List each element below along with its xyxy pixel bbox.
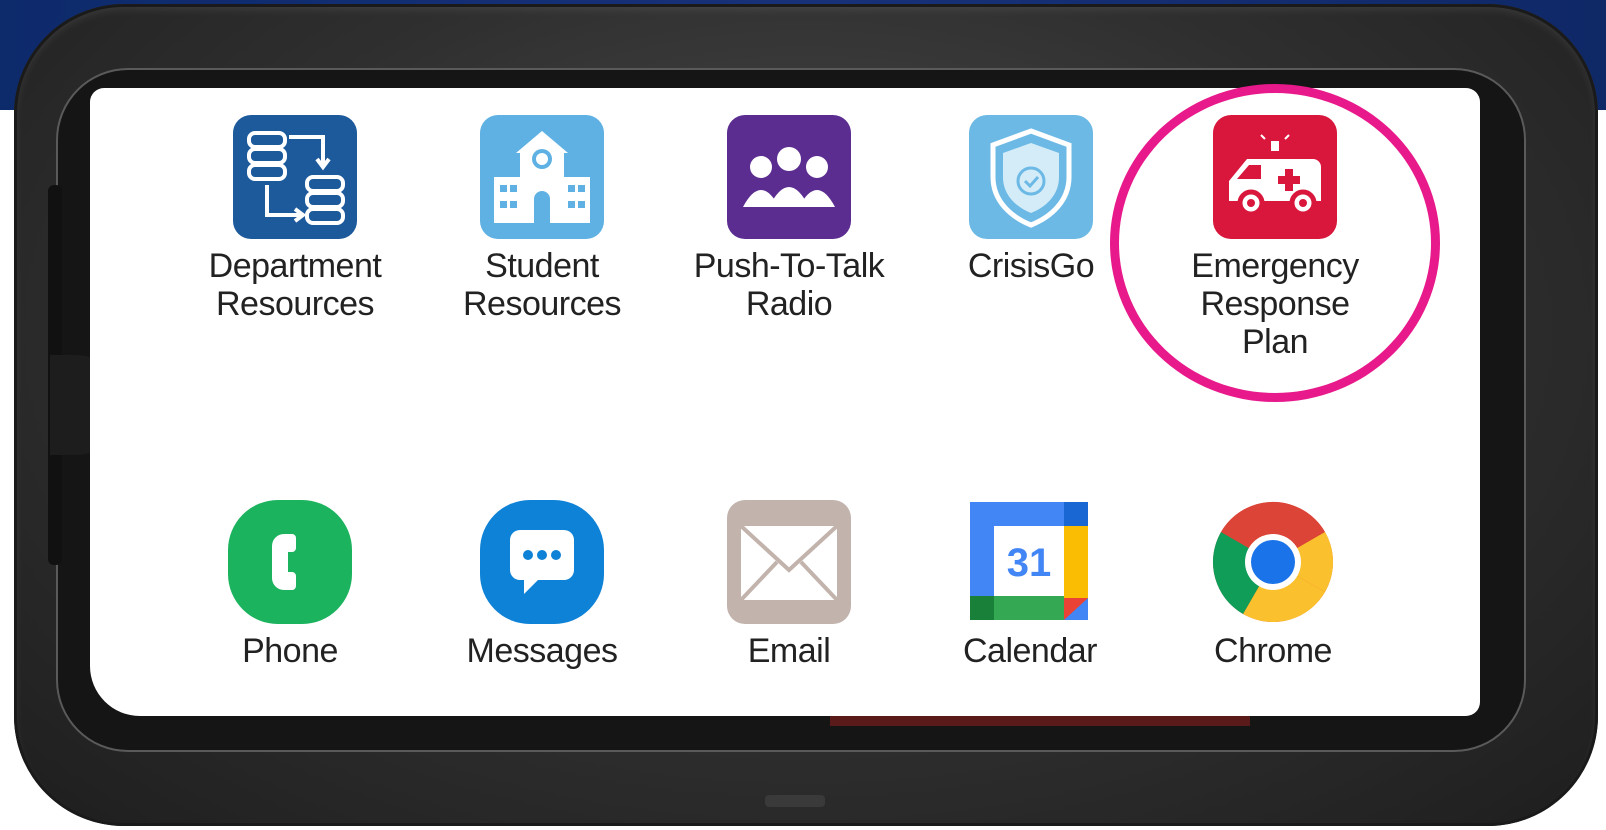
- app-label: Phone: [242, 632, 338, 670]
- app-chrome[interactable]: Chrome: [1163, 500, 1383, 670]
- app-email[interactable]: Email: [679, 500, 899, 670]
- chat-bubble-icon: [480, 500, 604, 624]
- app-push-to-talk-radio[interactable]: Push-To-Talk Radio: [679, 115, 899, 323]
- school-building-icon: [480, 115, 604, 239]
- shield-check-icon: [969, 115, 1093, 239]
- app-label: Email: [747, 632, 831, 670]
- phone-icon: [228, 500, 352, 624]
- app-label: Push-To-Talk Radio: [693, 247, 885, 323]
- app-student-resources[interactable]: Student Resources: [432, 115, 652, 323]
- app-label: Calendar: [963, 632, 1097, 670]
- app-phone[interactable]: Phone: [180, 500, 400, 670]
- chrome-icon: [1211, 500, 1335, 624]
- calendar-day: 31: [1007, 541, 1052, 585]
- app-label: Emergency Response Plan: [1191, 247, 1359, 361]
- app-label: Department Resources: [208, 247, 382, 323]
- case-bottom-mark: [765, 795, 825, 807]
- app-label: Chrome: [1214, 632, 1332, 670]
- app-crisisgo[interactable]: CrisisGo: [921, 115, 1141, 285]
- group-people-icon: [727, 115, 851, 239]
- database-sync-icon: [233, 115, 357, 239]
- envelope-icon: [727, 500, 851, 624]
- app-calendar[interactable]: 31 Calendar: [920, 500, 1140, 670]
- screen-edge-strip: [830, 716, 1250, 726]
- app-label: Student Resources: [462, 247, 622, 323]
- app-emergency-response-plan[interactable]: Emergency Response Plan: [1165, 115, 1385, 361]
- ambulance-icon: [1213, 115, 1337, 239]
- calendar-icon: 31: [968, 500, 1092, 624]
- app-label: Messages: [466, 632, 618, 670]
- app-label: CrisisGo: [967, 247, 1095, 285]
- app-department-resources[interactable]: Department Resources: [185, 115, 405, 323]
- app-messages[interactable]: Messages: [432, 500, 652, 670]
